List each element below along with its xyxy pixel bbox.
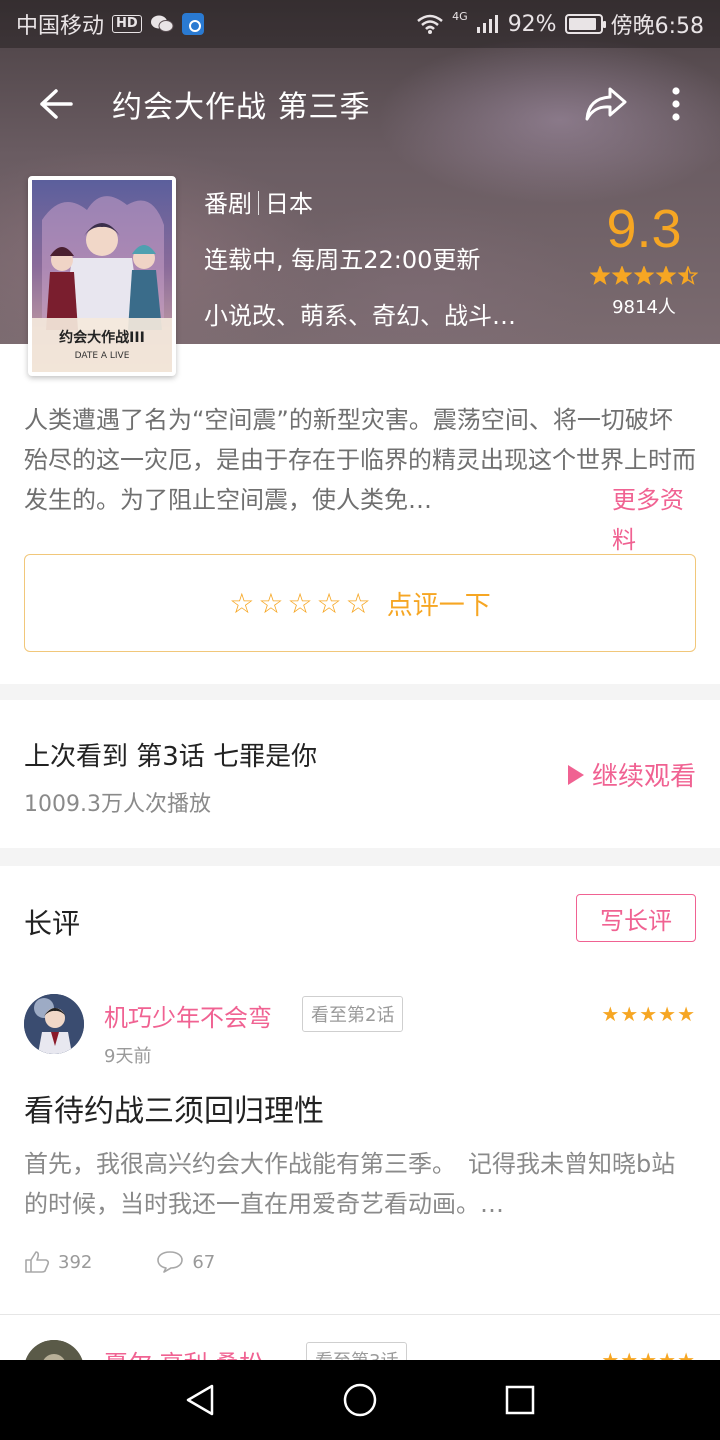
recents-square-icon <box>505 1385 535 1415</box>
cover-poster[interactable]: 约会大作战III DATE A LIVE <box>28 176 176 376</box>
more-info-link[interactable]: 更多资料 <box>590 480 696 560</box>
signal-icon <box>476 15 498 33</box>
genre-tags: 小说改、萌系、奇幻、战斗… <box>204 302 516 330</box>
play-count: 1009.3万人次播放 <box>24 792 211 817</box>
review-username[interactable]: 机巧少年不会弯 <box>104 998 272 1033</box>
review-time: 9天前 <box>104 1046 152 1067</box>
review-username[interactable]: 夏尔·高利·桑松 <box>104 1344 263 1360</box>
nav-recents-button[interactable] <box>460 1360 580 1440</box>
clock: 傍晚6:58 <box>610 14 704 39</box>
avatar[interactable] <box>24 994 84 1054</box>
rating-block: 9.3 9814人 <box>588 196 700 319</box>
home-circle-icon <box>343 1383 377 1417</box>
hd-badge: HD <box>112 15 142 33</box>
watch-progress-badge: 看至第3话 <box>306 1342 408 1360</box>
carrier-label: 中国移动 <box>16 14 105 39</box>
back-triangle-icon <box>186 1384 214 1416</box>
title-bar: 约会大作战 第三季 <box>0 58 720 150</box>
rating-score: 9.3 <box>606 199 682 259</box>
continue-label: 继续观看 <box>591 762 696 792</box>
rate-label: 点评一下 <box>386 590 491 621</box>
section-divider <box>0 684 720 700</box>
cover-title-text: 约会大作战III <box>59 329 145 346</box>
review-title: 看待约战三须回归理性 <box>24 1094 324 1129</box>
review-divider <box>0 1314 720 1315</box>
write-review-button[interactable]: 写长评 <box>576 894 696 942</box>
rating-star <box>591 267 609 284</box>
info-divider <box>258 191 259 215</box>
rating-count: 9814人 <box>612 297 676 318</box>
share-icon <box>585 87 627 121</box>
wechat-icon <box>150 15 174 32</box>
battery-percent: 92% <box>507 11 557 37</box>
review-stars: ★★★★★ <box>601 1348 696 1360</box>
wifi-icon <box>417 14 443 34</box>
play-icon <box>567 764 584 785</box>
nav-back-button[interactable] <box>140 1360 260 1440</box>
hotspot-icon <box>181 13 204 35</box>
review-actions: 392 67 <box>24 1250 215 1274</box>
status-bar: 中国移动 HD 4G 92% 傍晚6:58 <box>0 0 720 48</box>
nav-home-button[interactable] <box>300 1360 420 1440</box>
comment-count: 67 <box>192 1251 216 1273</box>
page-title: 约会大作战 第三季 <box>112 90 371 125</box>
like-count: 392 <box>58 1251 93 1273</box>
system-nav-bar <box>0 1360 720 1440</box>
watch-progress-badge: 看至第2话 <box>302 996 404 1032</box>
rating-star <box>657 267 675 284</box>
empty-stars-icon: ☆☆☆☆☆ <box>229 586 375 620</box>
share-button[interactable] <box>576 76 636 132</box>
arrow-left-icon <box>40 89 73 119</box>
section-heading: 长评 <box>24 907 81 940</box>
thumbs-up-icon <box>25 1251 50 1273</box>
rating-stars <box>588 265 700 291</box>
cover-subtitle-text: DATE A LIVE <box>75 351 130 361</box>
update-schedule: 连载中, 每周五22:00更新 <box>204 246 481 274</box>
rating-star <box>613 267 631 284</box>
battery-icon <box>564 14 606 34</box>
rating-star <box>635 267 653 284</box>
user-avatar-image <box>24 994 84 1054</box>
like-button[interactable]: 392 <box>24 1250 92 1274</box>
long-reviews-section: 长评 写长评 机巧少年不会弯 看至第2话 ★★★★★ 9天前 看待约战三须回归理… <box>0 866 720 1360</box>
cover-image: 约会大作战III DATE A LIVE <box>32 180 172 372</box>
user-avatar-image <box>24 1340 84 1360</box>
network-type: 4G <box>452 9 468 23</box>
comment-bubble-icon <box>157 1251 184 1273</box>
more-options-button[interactable] <box>652 76 700 132</box>
region-label: 日本 <box>265 190 313 218</box>
last-watched-section: 上次看到 第3话 七罪是你 1009.3万人次播放 继续观看 <box>0 700 720 848</box>
more-vertical-icon <box>672 87 680 121</box>
comment-button[interactable]: 67 <box>156 1250 215 1274</box>
section-divider <box>0 848 720 866</box>
continue-watching-button[interactable]: 继续观看 <box>567 756 696 793</box>
avatar[interactable] <box>24 1340 84 1360</box>
category-label: 番剧 <box>204 190 252 218</box>
description: 人类遭遇了名为“空间震”的新型灾害。震荡空间、将一切破坏殆尽的这一灾厄，是由于存… <box>24 400 696 560</box>
review-stars: ★★★★★ <box>601 1002 696 1026</box>
rate-button[interactable]: ☆☆☆☆☆ 点评一下 <box>24 554 696 652</box>
anime-info: 番剧 日本 连载中, 每周五22:00更新 小说改、萌系、奇幻、战斗… <box>204 184 516 344</box>
back-button[interactable] <box>0 58 112 150</box>
last-watched-title: 上次看到 第3话 七罪是你 <box>24 742 318 772</box>
review-excerpt: 首先，我很高兴约会大作战能有第三季。 记得我未曾知晓b站的时候，当时我还一直在用… <box>24 1150 676 1218</box>
